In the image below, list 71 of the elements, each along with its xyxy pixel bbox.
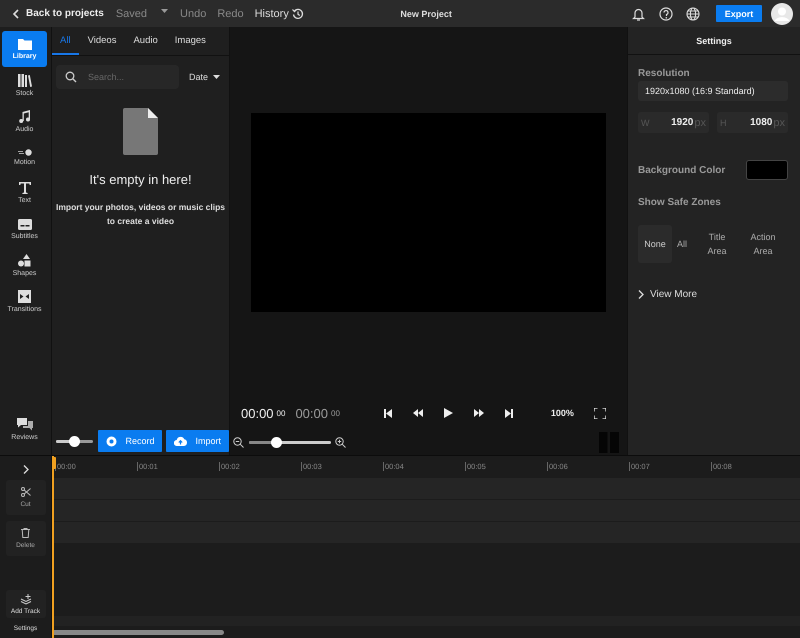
transitions-icon[interactable] (18, 290, 31, 302)
safe-zone-option[interactable]: None (638, 225, 672, 263)
total-frames: 00 (331, 408, 340, 418)
undo-button[interactable]: Undo (180, 8, 206, 20)
zoom-out-icon[interactable] (233, 437, 244, 448)
tab[interactable]: Audio (125, 27, 166, 55)
upload-cloud-icon[interactable] (174, 436, 188, 446)
resolution-dropdown[interactable]: 1920x1080 (16:9 Standard) (638, 81, 788, 101)
color-swatch[interactable] (746, 160, 788, 180)
books-icon[interactable] (18, 74, 32, 86)
add-layer-icon[interactable] (20, 594, 32, 604)
safe-zone-option[interactable]: Title Area (696, 225, 738, 263)
notifications-icon[interactable] (632, 6, 646, 20)
subtitles-icon[interactable] (18, 218, 32, 230)
chevron-icon[interactable] (638, 290, 644, 299)
trash-icon[interactable] (21, 528, 30, 538)
save-status: Saved (116, 8, 148, 20)
fast-forward-icon[interactable] (474, 409, 484, 417)
field-label: Background Color (638, 164, 726, 176)
tab[interactable]: All (52, 27, 79, 55)
search-icon[interactable] (65, 71, 77, 83)
zoom-in-icon[interactable] (335, 437, 346, 448)
empty-message: Import your photos, videos or music clips to create a video (54, 201, 226, 228)
record-icon[interactable] (106, 436, 118, 446)
chat-bubbles-icon[interactable] (16, 418, 32, 430)
zoom-level: 100% (550, 408, 574, 418)
history-icon[interactable] (292, 8, 304, 20)
slider-thumb[interactable] (69, 436, 80, 446)
playhead-handle[interactable] (52, 457, 56, 469)
view-more-toggle[interactable]: View More (638, 289, 788, 300)
motion-icon[interactable] (18, 148, 32, 156)
record-button[interactable]: Record (98, 430, 162, 452)
safe-zone-option[interactable]: All (672, 225, 692, 263)
empty-title: It's empty in here! (89, 172, 192, 187)
avatar-icon[interactable] (771, 2, 793, 24)
scissors-icon[interactable] (20, 487, 30, 497)
project-title: New Project (399, 8, 453, 18)
import-button[interactable]: Import (166, 430, 229, 452)
back-link[interactable]: Back to projects (12, 8, 104, 19)
safe-zone-option[interactable]: Action Area (742, 225, 784, 263)
field-label: Show Safe Zones (638, 197, 722, 208)
scrollbar-thumb[interactable] (52, 630, 224, 634)
play-icon[interactable] (444, 408, 453, 418)
caret-icon[interactable] (161, 9, 168, 14)
skip-back-icon[interactable] (384, 408, 392, 418)
export-button[interactable]: Export (716, 5, 762, 22)
tab[interactable]: Videos (80, 27, 124, 55)
expand-chevron-icon[interactable] (22, 465, 28, 474)
folder-icon[interactable] (18, 38, 32, 50)
skip-forward-icon[interactable] (504, 408, 513, 418)
file-icon (123, 108, 158, 155)
slider-thumb[interactable] (270, 437, 282, 448)
current-time: 00:00 (241, 406, 274, 420)
search-field[interactable]: Search... (56, 65, 179, 89)
redo-button[interactable]: Redo (217, 8, 244, 20)
rewind-icon[interactable] (412, 409, 423, 417)
shapes-icon[interactable] (18, 254, 31, 266)
tab[interactable]: Images (166, 27, 214, 55)
fullscreen-icon[interactable] (594, 408, 606, 418)
field-label: Resolution (638, 68, 691, 79)
caret-icon[interactable] (213, 74, 220, 80)
current-frames: 00 (276, 408, 286, 418)
total-time: 00:00 (295, 406, 328, 420)
help-icon[interactable] (659, 6, 673, 20)
history-button[interactable]: History (254, 8, 304, 20)
back-icon[interactable] (12, 8, 20, 18)
panel-title: Settings (628, 27, 800, 55)
sort-dropdown[interactable]: Date (189, 72, 220, 82)
language-icon[interactable] (686, 6, 700, 20)
text-icon[interactable] (18, 182, 30, 194)
music-note-icon[interactable] (18, 110, 30, 122)
